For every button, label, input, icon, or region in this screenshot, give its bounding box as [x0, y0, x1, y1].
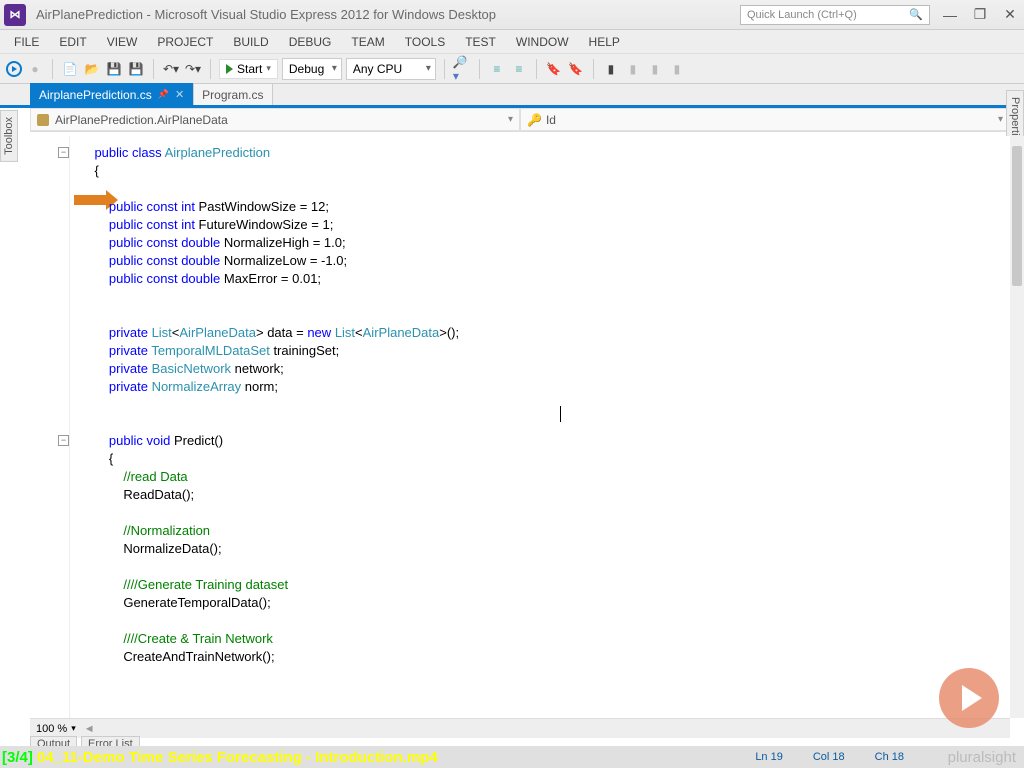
- bookmark-icon[interactable]: ▮: [602, 60, 620, 78]
- title-bar: ⋈ AirPlanePrediction - Microsoft Visual …: [0, 0, 1024, 30]
- key-icon: 🔑: [527, 113, 542, 127]
- status-line: Ln 19: [755, 751, 783, 763]
- chevron-down-icon: ▾: [71, 723, 76, 734]
- menu-view[interactable]: VIEW: [97, 35, 148, 49]
- gutter: − −: [30, 136, 70, 718]
- menu-help[interactable]: HELP: [579, 35, 630, 49]
- text-caret: [560, 406, 561, 422]
- save-all-icon[interactable]: 💾: [127, 60, 145, 78]
- undo-icon[interactable]: ↶▾: [162, 60, 180, 78]
- find-icon[interactable]: 🔎▾: [453, 60, 471, 78]
- video-play-button[interactable]: [939, 668, 999, 728]
- class-icon: [37, 114, 49, 126]
- bookmark-toggle-icon[interactable]: 🔖: [545, 60, 563, 78]
- nav-back-icon[interactable]: [6, 61, 22, 77]
- clear-bookmarks-icon[interactable]: ▮: [668, 60, 686, 78]
- menu-project[interactable]: PROJECT: [147, 35, 223, 49]
- start-label: Start: [237, 62, 262, 76]
- menu-tools[interactable]: TOOLS: [395, 35, 455, 49]
- new-project-icon[interactable]: 📄: [61, 60, 79, 78]
- collapse-icon[interactable]: −: [58, 147, 69, 158]
- redo-icon[interactable]: ↷▾: [184, 60, 202, 78]
- menu-edit[interactable]: EDIT: [49, 35, 96, 49]
- menu-build[interactable]: BUILD: [223, 35, 278, 49]
- menu-test[interactable]: TEST: [455, 35, 506, 49]
- status-col: Col 18: [813, 751, 845, 763]
- play-icon: [226, 64, 233, 74]
- menu-window[interactable]: WINDOW: [506, 35, 579, 49]
- separator: [593, 59, 594, 79]
- menu-debug[interactable]: DEBUG: [279, 35, 342, 49]
- separator: [479, 59, 480, 79]
- pin-icon[interactable]: 📌: [158, 89, 169, 100]
- code-editor[interactable]: − − public class AirplanePrediction { pu…: [30, 136, 1010, 718]
- next-bookmark-icon[interactable]: ▮: [646, 60, 664, 78]
- save-icon[interactable]: 💾: [105, 60, 123, 78]
- start-debug-button[interactable]: Start ▾: [219, 59, 278, 79]
- tab-program[interactable]: Program.cs: [193, 83, 272, 105]
- tab-label: AirplanePrediction.cs: [39, 88, 152, 102]
- code-content[interactable]: public class AirplanePrediction { public…: [80, 144, 1000, 666]
- status-bar: [3/4] 04_11-Demo Time Series Forecasting…: [0, 746, 1024, 768]
- nav-forward-icon[interactable]: ●: [26, 60, 44, 78]
- comment-icon[interactable]: ≡: [488, 60, 506, 78]
- toolbox-tab[interactable]: Toolbox: [0, 110, 18, 162]
- minimize-button[interactable]: —: [940, 5, 960, 25]
- uncomment-icon[interactable]: ≡: [510, 60, 528, 78]
- type-dropdown[interactable]: AirPlanePrediction.AirPlaneData: [30, 108, 520, 131]
- menu-file[interactable]: FILE: [4, 35, 49, 49]
- scroll-thumb[interactable]: [1012, 146, 1022, 286]
- window-buttons: — ❐ ✕: [940, 5, 1020, 25]
- separator: [444, 59, 445, 79]
- tab-label: Program.cs: [202, 88, 263, 102]
- vertical-scrollbar[interactable]: [1010, 136, 1024, 718]
- separator: [52, 59, 53, 79]
- collapse-icon[interactable]: −: [58, 435, 69, 446]
- config-dropdown[interactable]: Debug: [282, 58, 342, 80]
- status-char: Ch 18: [875, 751, 904, 763]
- video-overlay-text: [3/4] 04_11-Demo Time Series Forecasting…: [2, 749, 438, 766]
- member-name: Id: [546, 113, 556, 127]
- cursor-position: Ln 19 Col 18 Ch 18: [755, 751, 904, 763]
- menu-bar: FILE EDIT VIEW PROJECT BUILD DEBUG TEAM …: [0, 30, 1024, 54]
- member-dropdown[interactable]: 🔑 Id: [520, 108, 1010, 131]
- pluralsight-logo: pluralsight: [948, 749, 1016, 766]
- code-nav-bar: AirPlanePrediction.AirPlaneData 🔑 Id: [30, 108, 1010, 132]
- document-tabs: AirplanePrediction.cs 📌 ✕ Program.cs ▾: [0, 84, 1024, 108]
- toolbar: ● 📄 📂 💾 💾 ↶▾ ↷▾ Start ▾ Debug Any CPU 🔎▾…: [0, 54, 1024, 84]
- maximize-button[interactable]: ❐: [970, 5, 990, 25]
- scroll-left-icon[interactable]: ◄: [84, 723, 95, 735]
- close-icon[interactable]: ✕: [175, 88, 184, 101]
- zoom-dropdown[interactable]: 100 % ▾: [36, 723, 76, 735]
- separator: [210, 59, 211, 79]
- separator: [153, 59, 154, 79]
- quick-launch-placeholder: Quick Launch (Ctrl+Q): [747, 9, 857, 21]
- quick-launch-input[interactable]: Quick Launch (Ctrl+Q) 🔍: [740, 5, 930, 25]
- zoom-value: 100 %: [36, 723, 67, 735]
- tab-airplaneprediction[interactable]: AirplanePrediction.cs 📌 ✕: [30, 83, 193, 105]
- prev-bookmark-icon[interactable]: ▮: [624, 60, 642, 78]
- menu-team[interactable]: TEAM: [341, 35, 394, 49]
- editor-footer: 100 % ▾ ◄: [30, 718, 1010, 738]
- vs-logo-icon: ⋈: [4, 4, 26, 26]
- bookmark-clear-icon[interactable]: 🔖: [567, 60, 585, 78]
- search-icon: 🔍: [909, 8, 923, 21]
- window-title: AirPlanePrediction - Microsoft Visual St…: [36, 7, 740, 22]
- close-button[interactable]: ✕: [1000, 5, 1020, 25]
- platform-dropdown[interactable]: Any CPU: [346, 58, 436, 80]
- open-icon[interactable]: 📂: [83, 60, 101, 78]
- type-name: AirPlanePrediction.AirPlaneData: [55, 113, 228, 127]
- separator: [536, 59, 537, 79]
